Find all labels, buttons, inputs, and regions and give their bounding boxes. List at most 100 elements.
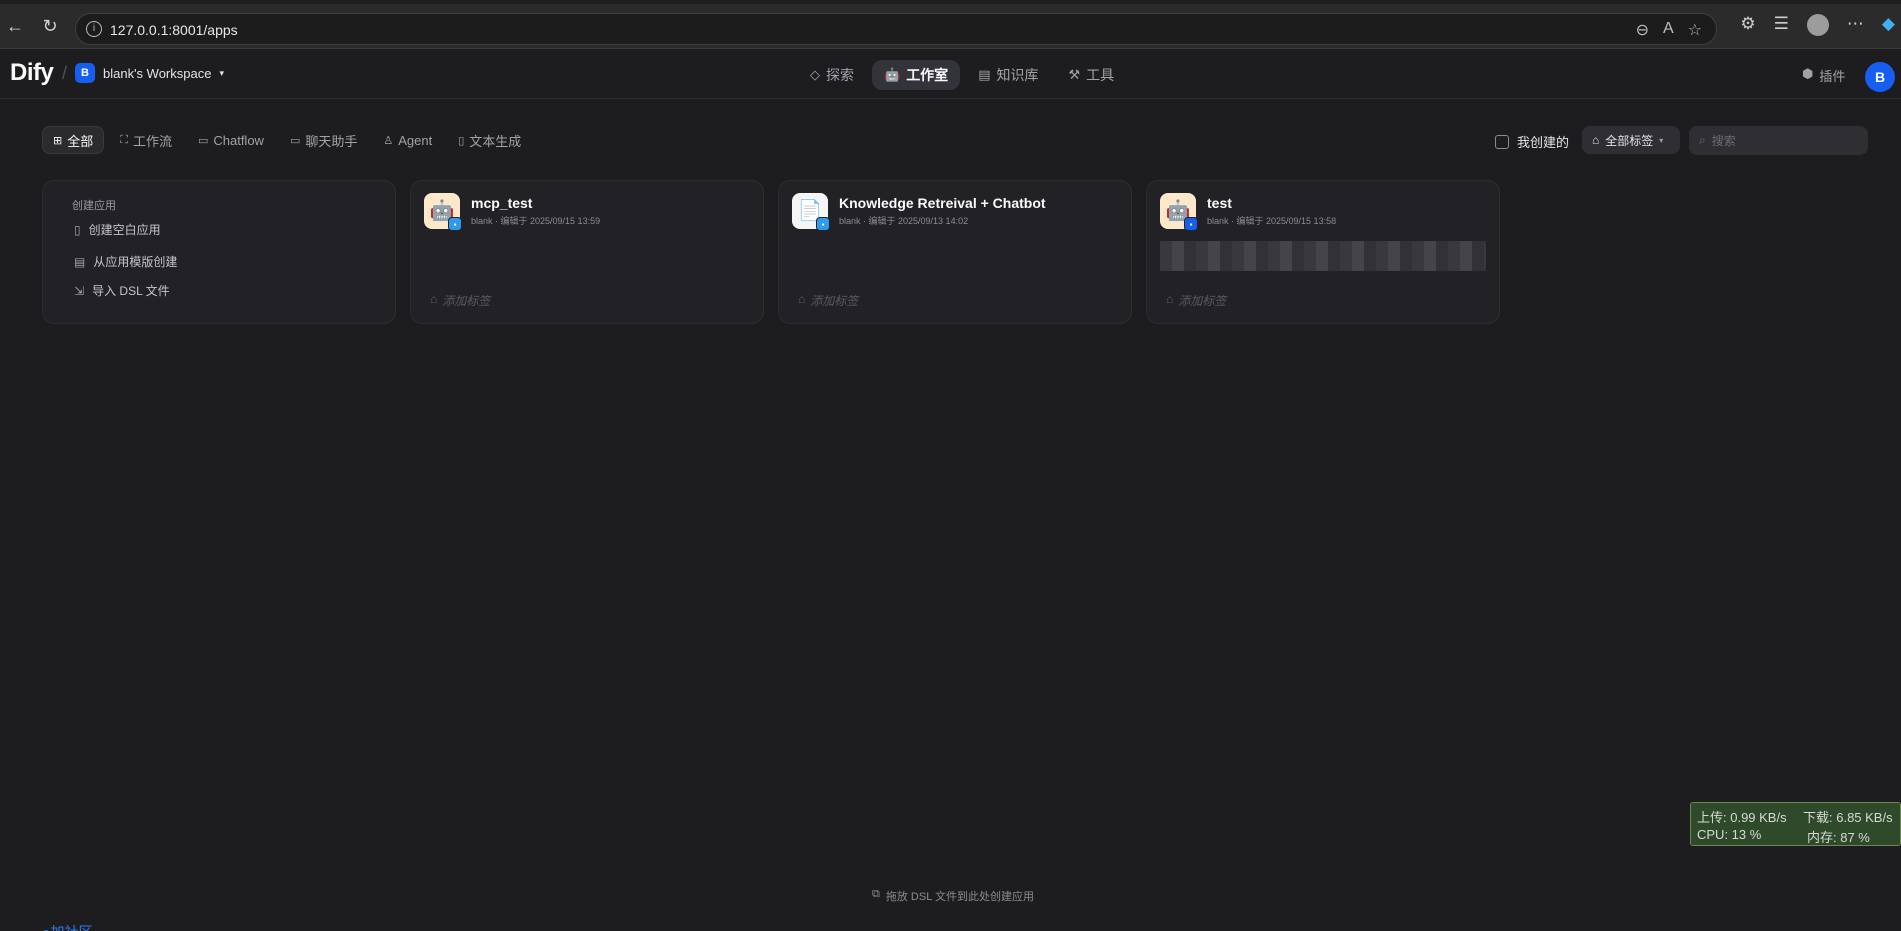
tag-icon: ⌂ (1166, 292, 1174, 306)
add-tag-button[interactable]: ⌂ 添加标签 (430, 292, 490, 309)
add-tag-button[interactable]: ⌂ 添加标签 (1166, 292, 1226, 309)
address-bar[interactable]: i 127.0.0.1:8001/apps ⊖ A ☆ (75, 13, 1717, 45)
app-card-test[interactable]: 🤖 ▪ test blank · 编辑于 2025/09/15 13:58 ⌂ … (1146, 180, 1500, 324)
filter-text-generation[interactable]: ▯ 文本生成 (448, 126, 531, 154)
created-by-me-label: 我创建的 (1517, 135, 1570, 150)
robot-icon: 🤖 (884, 67, 901, 82)
workspace-switcher[interactable]: B blank's Workspace ▾ (75, 63, 224, 83)
tab-strip (0, 0, 1901, 4)
back-icon[interactable]: ← (4, 15, 26, 37)
create-item-label: 从应用模版创建 (93, 255, 178, 269)
app-name: test (1207, 195, 1232, 211)
hammer-icon: ⚒ (1068, 67, 1081, 82)
add-tag-label: 添加标签 (810, 294, 859, 308)
search-placeholder: 搜索 (1711, 134, 1736, 148)
community-link[interactable]: ●加社区 (42, 922, 92, 931)
site-info-icon[interactable]: i (86, 21, 102, 37)
chat-badge-icon: ▪ (816, 217, 830, 231)
nav-knowledge[interactable]: ▤ 知识库 (966, 60, 1050, 90)
favorites-icon[interactable]: ☰ (1774, 14, 1789, 36)
chevron-down-icon: ▾ (1659, 135, 1664, 145)
nav-label: 知识库 (996, 67, 1039, 83)
chat-bubble-icon: ▭ (197, 134, 209, 147)
filter-label: Agent (398, 132, 433, 148)
compass-icon: ◇ (810, 67, 820, 82)
book-icon: ▤ (978, 67, 991, 82)
filter-chat-assistant[interactable]: ▭ 聊天助手 (280, 126, 367, 154)
app-card-mcp-test[interactable]: 🤖 ▪ mcp_test blank · 编辑于 2025/09/15 13:5… (410, 180, 764, 324)
app-name: Knowledge Retreival + Chatbot (839, 195, 1046, 211)
file-plus-icon: ▯ (74, 222, 81, 237)
tag-icon: ⌂ (798, 292, 806, 306)
dify-logo[interactable]: Dify (10, 59, 54, 87)
app-header: Dify / B blank's Workspace ▾ ◇ 探索 🤖 工作室 … (0, 50, 1901, 99)
create-from-template-button[interactable]: ▤ 从应用模版创建 (74, 253, 177, 270)
app-description-redacted (1160, 241, 1486, 271)
plugins-label: 插件 (1819, 69, 1846, 84)
import-dsl-button[interactable]: ⇲ 导入 DSL 文件 (74, 282, 170, 299)
nav-label: 探索 (826, 67, 854, 83)
plugins-link[interactable]: ⬢ 插件 (1802, 66, 1845, 85)
workspace-name: blank's Workspace (103, 65, 212, 81)
filter-label: Chatflow (213, 132, 264, 148)
filter-label: 文本生成 (469, 133, 522, 149)
created-by-me-toggle[interactable]: 我创建的 (1495, 132, 1569, 151)
template-icon: ▤ (74, 254, 86, 269)
network-monitor-widget: 上传: 0.99 KB/s 下载: 6.85 KB/s CPU: 13 % 内存… (1690, 802, 1901, 846)
cpu-usage: CPU: 13 % (1697, 827, 1762, 842)
read-aloud-icon[interactable]: A (1663, 20, 1674, 40)
agent-badge-icon: ▪ (1184, 217, 1198, 231)
nav-label: 工具 (1086, 67, 1115, 83)
create-app-card: 创建应用 ▯ 创建空白应用 ▤ 从应用模版创建 ⇲ 导入 DSL 文件 (42, 180, 396, 324)
import-icon: ⇲ (74, 283, 85, 298)
zoom-icon[interactable]: ⊖ (1636, 20, 1649, 40)
dsl-drop-hint: ⧉ 拖放 DSL 文件到此处创建应用 (872, 888, 1034, 904)
grid-icon: ⊞ (53, 134, 63, 147)
download-speed: 下载: 6.85 KB/s (1803, 810, 1893, 825)
filter-workflow[interactable]: ⛶ 工作流 (110, 126, 182, 154)
nav-tools[interactable]: ⚒ 工具 (1056, 60, 1126, 90)
search-input[interactable]: ⌕ 搜索 (1689, 126, 1868, 155)
filter-label: 工作流 (132, 133, 172, 149)
more-menu-icon[interactable]: ⋯ (1847, 14, 1864, 36)
url-text: 127.0.0.1:8001/apps (110, 22, 238, 38)
chevron-down-icon: ▾ (219, 67, 224, 78)
user-avatar[interactable]: B (1865, 62, 1895, 92)
app-name: mcp_test (471, 195, 533, 211)
created-by-me-checkbox[interactable] (1495, 134, 1509, 149)
filter-all[interactable]: ⊞ 全部 (42, 126, 105, 154)
extensions-icon[interactable]: ⚙ (1740, 14, 1755, 36)
add-tag-button[interactable]: ⌂ 添加标签 (798, 292, 858, 309)
nav-label: 工作室 (906, 67, 949, 83)
workspace-separator: / (62, 63, 68, 83)
tag-filter-select[interactable]: ⌂ 全部标签 ▾ (1582, 126, 1680, 154)
tag-icon: ⌂ (1592, 133, 1600, 147)
tag-filter-label: 全部标签 (1605, 133, 1654, 148)
app-card-knowledge-chatbot[interactable]: 📄 ▪ Knowledge Retreival + Chatbot blank … (778, 180, 1132, 324)
workspace-avatar: B (75, 63, 95, 83)
cube-icon: ⬢ (1802, 66, 1814, 81)
create-blank-app-button[interactable]: ▯ 创建空白应用 (74, 221, 161, 238)
add-tag-label: 添加标签 (1178, 294, 1227, 308)
reload-icon[interactable]: ↻ (39, 15, 61, 37)
create-item-label: 创建空白应用 (88, 223, 161, 237)
profile-avatar[interactable] (1806, 14, 1829, 36)
nav-studio[interactable]: 🤖 工作室 (872, 60, 961, 90)
browser-toolbar: ← ↻ i 127.0.0.1:8001/apps ⊖ A ☆ ⚙ ☰ ⋯ ◆ (0, 0, 1901, 49)
message-icon: ▭ (289, 134, 301, 147)
create-app-title: 创建应用 (72, 200, 116, 212)
nav-explore[interactable]: ◇ 探索 (798, 60, 866, 90)
memory-usage: 内存: 87 % (1807, 830, 1870, 845)
create-item-label: 导入 DSL 文件 (92, 284, 170, 298)
favorite-star-icon[interactable]: ☆ (1688, 20, 1702, 40)
filter-chatflow[interactable]: ▭ Chatflow (188, 126, 274, 154)
filter-agent[interactable]: ♙ Agent (373, 126, 442, 154)
agent-icon: ♙ (383, 134, 394, 147)
drop-hint-text: 拖放 DSL 文件到此处创建应用 (885, 891, 1034, 903)
file-drop-icon: ⧉ (872, 888, 880, 900)
filter-label: 聊天助手 (305, 133, 358, 149)
main-nav: ◇ 探索 🤖 工作室 ▤ 知识库 ⚒ 工具 (798, 60, 1126, 90)
search-icon: ⌕ (1699, 133, 1706, 147)
copilot-icon[interactable]: ◆ (1882, 14, 1895, 36)
add-tag-label: 添加标签 (442, 294, 491, 308)
